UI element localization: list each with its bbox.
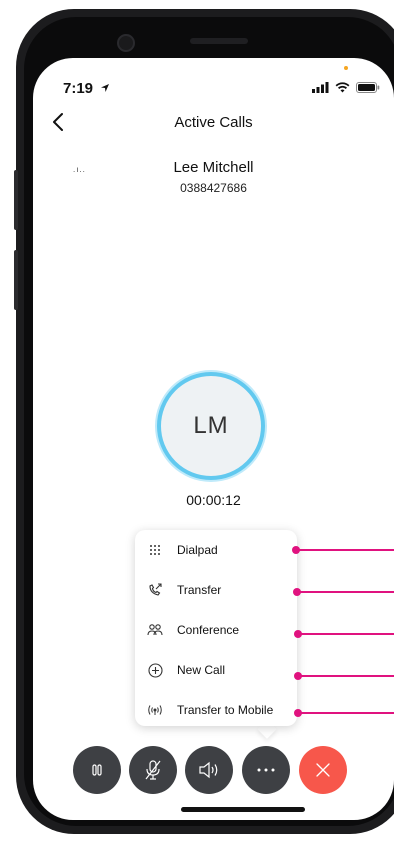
callout-line-transfer (297, 591, 394, 593)
menu-item-transfer-to-mobile[interactable]: Transfer to Mobile (135, 694, 297, 726)
new-call-icon (147, 662, 163, 678)
home-indicator (181, 807, 305, 812)
phone-screen: 7:19 Active Calls .ı.. Lee Mitchell 0388… (33, 58, 394, 820)
mute-button[interactable] (129, 746, 177, 794)
privacy-indicator-dot (344, 66, 348, 70)
more-options-menu: Dialpad Transfer Conference New Call Tra… (135, 530, 297, 726)
end-call-icon (316, 763, 330, 777)
battery-icon (356, 80, 380, 98)
conference-icon (147, 622, 163, 638)
pause-icon (92, 764, 102, 776)
caller-name: Lee Mitchell (173, 159, 254, 176)
location-arrow-icon (100, 80, 110, 97)
earpiece-speaker (190, 38, 248, 44)
menu-item-label: Conference (177, 623, 240, 637)
phone-side-button (14, 170, 18, 230)
menu-item-label: Dialpad (177, 543, 218, 557)
dialpad-icon (147, 542, 163, 558)
status-bar-time: 7:19 (63, 80, 110, 97)
menu-item-label: New Call (177, 663, 226, 677)
speaker-button[interactable] (185, 746, 233, 794)
callout-dot-dialpad (292, 546, 300, 554)
callout-dot-new-call (294, 672, 302, 680)
callout-dot-conference (294, 630, 302, 638)
speaker-icon (199, 761, 218, 779)
front-camera (117, 34, 135, 52)
callout-line-transfer-to-mobile (298, 712, 394, 714)
phone-side-button (14, 250, 18, 310)
page-title: Active Calls (174, 114, 253, 131)
avatar-initials: LM (193, 412, 229, 439)
callout-line-conference (298, 633, 394, 635)
hold-button[interactable] (73, 746, 121, 794)
mic-off-icon (145, 760, 161, 780)
callout-line-new-call (298, 675, 394, 677)
transfer-to-mobile-icon (147, 702, 163, 718)
avatar: LM (157, 372, 265, 480)
call-timer: 00:00:12 (186, 492, 241, 508)
status-time-text: 7:19 (63, 80, 94, 97)
menu-item-label: Transfer to Mobile (177, 703, 274, 717)
wifi-icon (335, 80, 350, 98)
callout-line-dialpad (296, 549, 394, 551)
more-options-button[interactable] (242, 746, 290, 794)
callout-dot-transfer-to-mobile (294, 709, 302, 717)
menu-item-label: Transfer (177, 583, 222, 597)
menu-item-transfer[interactable]: Transfer (135, 574, 297, 606)
menu-item-conference[interactable]: Conference (135, 614, 297, 646)
callout-dot-transfer (293, 588, 301, 596)
cellular-signal-icon (312, 80, 329, 98)
menu-item-dialpad[interactable]: Dialpad (135, 534, 297, 566)
transfer-icon (147, 582, 163, 598)
end-call-button[interactable] (299, 746, 347, 794)
menu-item-new-call[interactable]: New Call (135, 654, 297, 686)
caller-number: 0388427686 (180, 181, 247, 195)
more-icon (257, 768, 275, 772)
status-icons (312, 80, 380, 98)
